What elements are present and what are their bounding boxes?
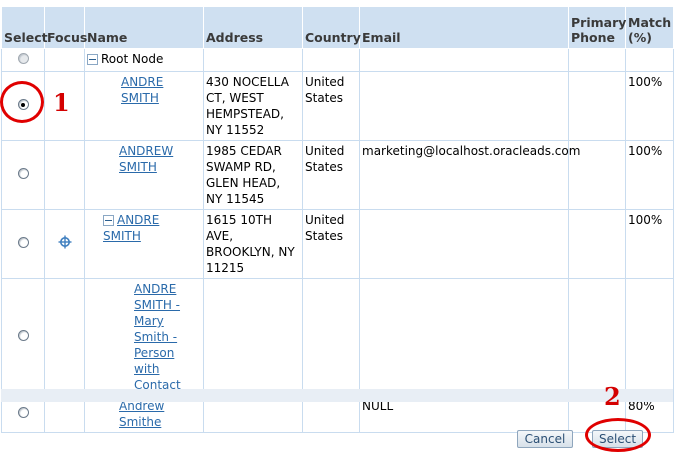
match-cell: 100% — [625, 140, 674, 210]
select-cell — [1, 140, 45, 210]
contact-name-link[interactable]: Andrew Smithe — [119, 398, 169, 430]
focus-cell — [44, 140, 85, 210]
select-radio[interactable] — [17, 99, 29, 110]
column-header-email: Email — [359, 6, 569, 49]
select-cell — [1, 278, 45, 396]
phone-cell — [568, 209, 626, 279]
match-cell — [625, 278, 674, 396]
name-cell: Root Node — [84, 48, 204, 72]
name-cell: ANDRE SMITH - Mary Smith - Person with C… — [84, 278, 204, 396]
focus-cell — [44, 48, 85, 72]
table-row: ANDRE SMITH - Mary Smith - Person with C… — [1, 278, 674, 396]
table-row: ANDREW SMITH 1985 CEDAR SWAMP RD, GLEN H… — [1, 140, 674, 210]
root-node-label: Root Node — [101, 52, 164, 66]
select-radio[interactable] — [17, 168, 29, 179]
email-cell — [359, 71, 569, 141]
select-cell — [1, 48, 45, 72]
annotation-number-1: 1 — [53, 88, 70, 117]
phone-cell — [568, 71, 626, 141]
focus-cell — [44, 278, 85, 396]
select-radio[interactable] — [17, 330, 29, 341]
match-cell: 100% — [625, 209, 674, 279]
select-cell — [1, 71, 45, 141]
country-cell: United States — [302, 140, 360, 210]
match-cell: 100% — [625, 71, 674, 141]
column-header-primary-phone: Primary Phone — [568, 6, 626, 49]
email-cell — [359, 209, 569, 279]
name-cell: ANDRE SMITH — [84, 209, 204, 279]
phone-cell — [568, 278, 626, 396]
country-cell: United States — [302, 209, 360, 279]
address-cell — [203, 278, 303, 396]
crosshair-icon[interactable] — [58, 235, 72, 253]
email-cell: marketing@localhost.oracleads.com — [359, 140, 580, 210]
country-cell — [302, 278, 360, 396]
column-header-country: Country — [302, 6, 361, 49]
country-cell: United States — [302, 71, 360, 141]
contact-name-link[interactable]: ANDREW SMITH — [119, 143, 179, 175]
cancel-button[interactable]: Cancel — [517, 430, 573, 448]
select-cell — [1, 209, 45, 279]
focus-cell — [44, 209, 85, 279]
address-cell: 1615 10TH AVE, BROOKLYN, NY 11215 — [203, 209, 303, 279]
column-header-focus: Focus — [44, 6, 87, 49]
name-cell: ANDRE SMITH — [84, 71, 204, 141]
contact-name-link[interactable]: ANDRE SMITH — [121, 75, 163, 105]
table-footer-bar — [1, 389, 673, 402]
column-header-address: Address — [203, 6, 303, 49]
annotation-number-2: 2 — [604, 382, 621, 411]
table-row-root: Root Node — [1, 48, 674, 72]
contact-name-link[interactable]: ANDRE SMITH - Mary Smith - Person with C… — [134, 281, 200, 393]
column-header-match: Match (%) — [625, 6, 674, 49]
table-row: ANDRE SMITH 430 NOCELLA CT, WEST HEMPSTE… — [1, 71, 674, 141]
column-header-select: Select — [1, 6, 48, 49]
collapse-icon[interactable] — [87, 54, 98, 65]
address-cell: 1985 CEDAR SWAMP RD, GLEN HEAD, NY 11545 — [203, 140, 303, 210]
column-header-name: Name — [84, 6, 204, 49]
select-radio[interactable] — [17, 407, 29, 418]
select-radio-root — [17, 53, 29, 64]
collapse-icon[interactable] — [103, 215, 114, 226]
name-cell: ANDREW SMITH — [84, 140, 204, 210]
select-button[interactable]: Select — [592, 430, 643, 448]
email-cell — [359, 278, 569, 396]
address-cell: 430 NOCELLA CT, WEST HEMPSTEAD, NY 11552 — [203, 71, 303, 141]
table-row: ANDRE SMITH 1615 10TH AVE, BROOKLYN, NY … — [1, 209, 674, 279]
search-results-table: Select Focus Name Address Country Email … — [1, 6, 674, 433]
select-radio[interactable] — [17, 237, 29, 248]
table-header-row: Select Focus Name Address Country Email … — [1, 6, 674, 49]
